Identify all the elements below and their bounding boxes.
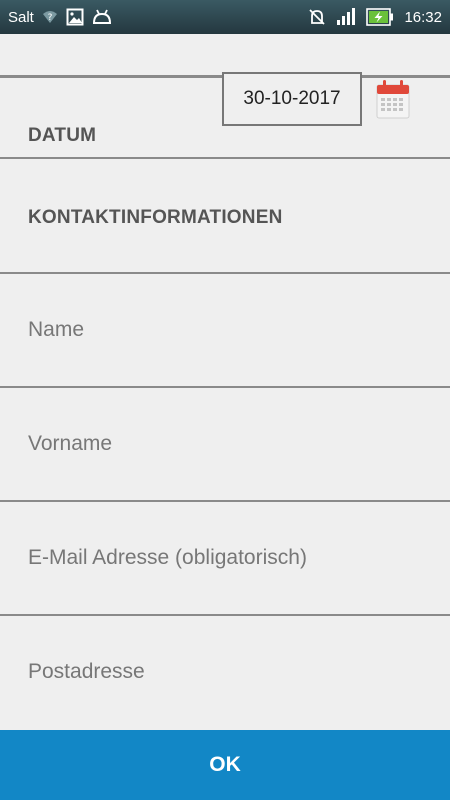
email-placeholder: E-Mail Adresse (obligatorisch)	[28, 546, 307, 569]
vorname-placeholder: Vorname	[28, 432, 113, 455]
mute-icon	[308, 8, 326, 26]
email-field[interactable]: E-Mail Adresse (obligatorisch)	[0, 502, 450, 616]
clock: 16:32	[404, 8, 442, 26]
postadresse-field[interactable]: Postadresse	[0, 616, 450, 730]
date-field[interactable]: 30-10-2017	[222, 72, 362, 126]
name-placeholder: Name	[28, 318, 85, 341]
form-area: DATUM 30-10-2017 KONTAKTINFORMATIONEN Na…	[0, 34, 450, 730]
svg-text:?: ?	[47, 13, 52, 23]
ok-button-label: OK	[209, 753, 241, 776]
carrier-name: Salt	[8, 8, 34, 26]
contact-section-header: KONTAKTINFORMATIONEN	[0, 159, 450, 274]
signal-icon	[336, 8, 356, 26]
date-label: DATUM	[28, 125, 97, 146]
calendar-icon[interactable]	[375, 79, 411, 124]
wifi-question-icon: ?	[42, 9, 58, 25]
battery-charging-icon	[366, 8, 394, 26]
image-icon	[66, 8, 84, 26]
postadresse-placeholder: Postadresse	[28, 660, 145, 683]
vorname-field[interactable]: Vorname	[0, 388, 450, 502]
ok-button[interactable]: OK	[0, 730, 450, 800]
contact-heading: KONTAKTINFORMATIONEN	[28, 207, 283, 228]
android-icon	[92, 9, 112, 25]
status-bar: Salt ? 16:32	[0, 0, 450, 34]
name-field[interactable]: Name	[0, 274, 450, 388]
